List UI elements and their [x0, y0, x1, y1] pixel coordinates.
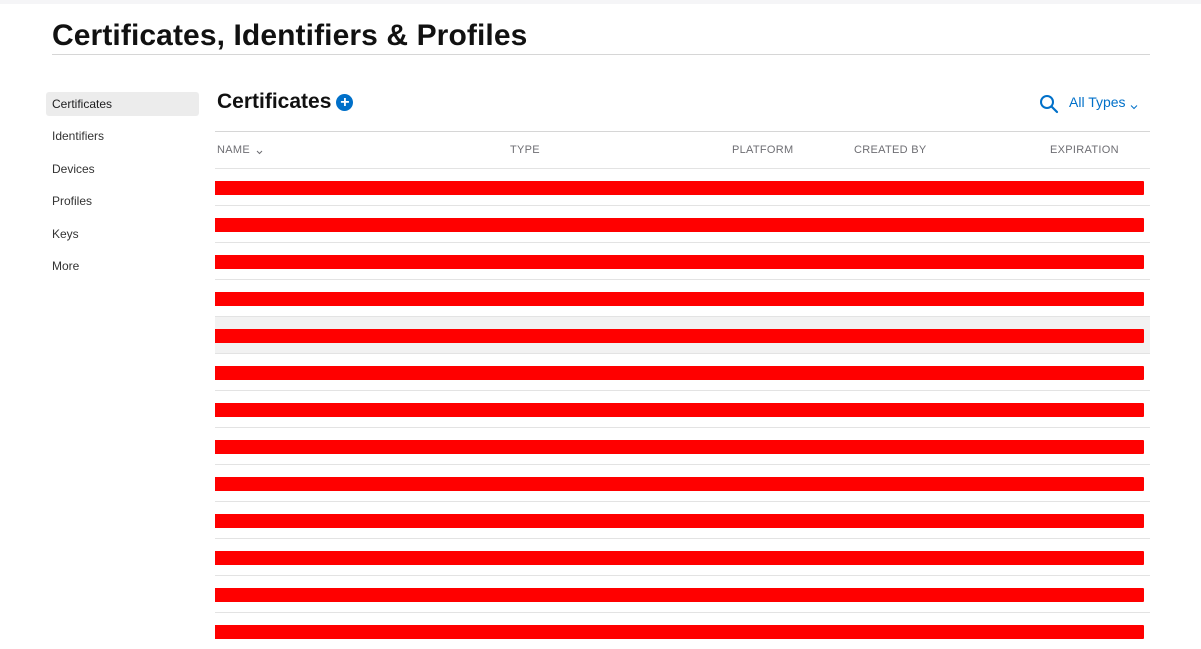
page-title: Certificates, Identifiers & Profiles — [52, 19, 528, 52]
sidebar-item-keys[interactable]: Keys — [46, 222, 199, 246]
table-row[interactable] — [215, 353, 1150, 390]
redaction-bar — [215, 181, 1144, 195]
column-header-platform: PLATFORM — [732, 144, 794, 156]
redaction-bar — [215, 292, 1144, 306]
table-row[interactable] — [215, 279, 1150, 316]
redaction-bar — [215, 588, 1144, 602]
redaction-bar — [215, 329, 1144, 343]
column-header-type: TYPE — [510, 144, 540, 156]
table-row[interactable] — [215, 390, 1150, 427]
sidebar-item-devices[interactable]: Devices — [46, 157, 199, 181]
plus-circle-icon: + — [340, 93, 350, 111]
table-row[interactable] — [215, 501, 1150, 538]
add-certificate-button[interactable]: + — [336, 93, 354, 111]
table-row[interactable] — [215, 168, 1150, 205]
chevron-down-icon — [1130, 98, 1138, 110]
column-header-created-by: CREATED BY — [854, 144, 927, 156]
table-row[interactable] — [215, 205, 1150, 242]
section-title: Certificates — [217, 90, 332, 113]
sidebar-nav: Certificates Identifiers Devices Profile… — [46, 92, 199, 286]
table-row[interactable] — [215, 242, 1150, 279]
redaction-bar — [215, 366, 1144, 380]
section-header: Certificates + — [217, 88, 354, 116]
table-row[interactable] — [215, 427, 1150, 464]
table-header: NAME TYPE PLATFORM CREATED BY EXPIRATION — [215, 131, 1150, 169]
redaction-bar — [215, 514, 1144, 528]
type-filter-dropdown[interactable]: All Types — [1069, 92, 1138, 112]
table-row[interactable] — [215, 575, 1150, 612]
sidebar-item-certificates[interactable]: Certificates — [46, 92, 199, 116]
redaction-bar — [215, 625, 1144, 639]
redaction-bar — [215, 403, 1144, 417]
column-header-expiration: EXPIRATION — [1050, 144, 1119, 156]
redaction-bar — [215, 440, 1144, 454]
sidebar-item-more[interactable]: More — [46, 254, 199, 278]
column-header-name-label: NAME — [217, 144, 250, 156]
table-row[interactable] — [215, 464, 1150, 501]
table-row[interactable] — [215, 316, 1150, 353]
redaction-bar — [215, 255, 1144, 269]
redaction-bar — [215, 477, 1144, 491]
redaction-bar — [215, 551, 1144, 565]
column-header-name[interactable]: NAME — [217, 144, 263, 156]
filter-label: All Types — [1069, 94, 1126, 110]
title-divider — [52, 54, 1150, 55]
sidebar-item-identifiers[interactable]: Identifiers — [46, 124, 199, 148]
top-bar — [0, 0, 1201, 4]
sort-chevron-icon — [256, 147, 263, 154]
search-icon[interactable] — [1039, 94, 1059, 114]
table-body — [215, 168, 1150, 649]
table-row[interactable] — [215, 612, 1150, 649]
sidebar-item-profiles[interactable]: Profiles — [46, 189, 199, 213]
redaction-bar — [215, 218, 1144, 232]
table-row[interactable] — [215, 538, 1150, 575]
